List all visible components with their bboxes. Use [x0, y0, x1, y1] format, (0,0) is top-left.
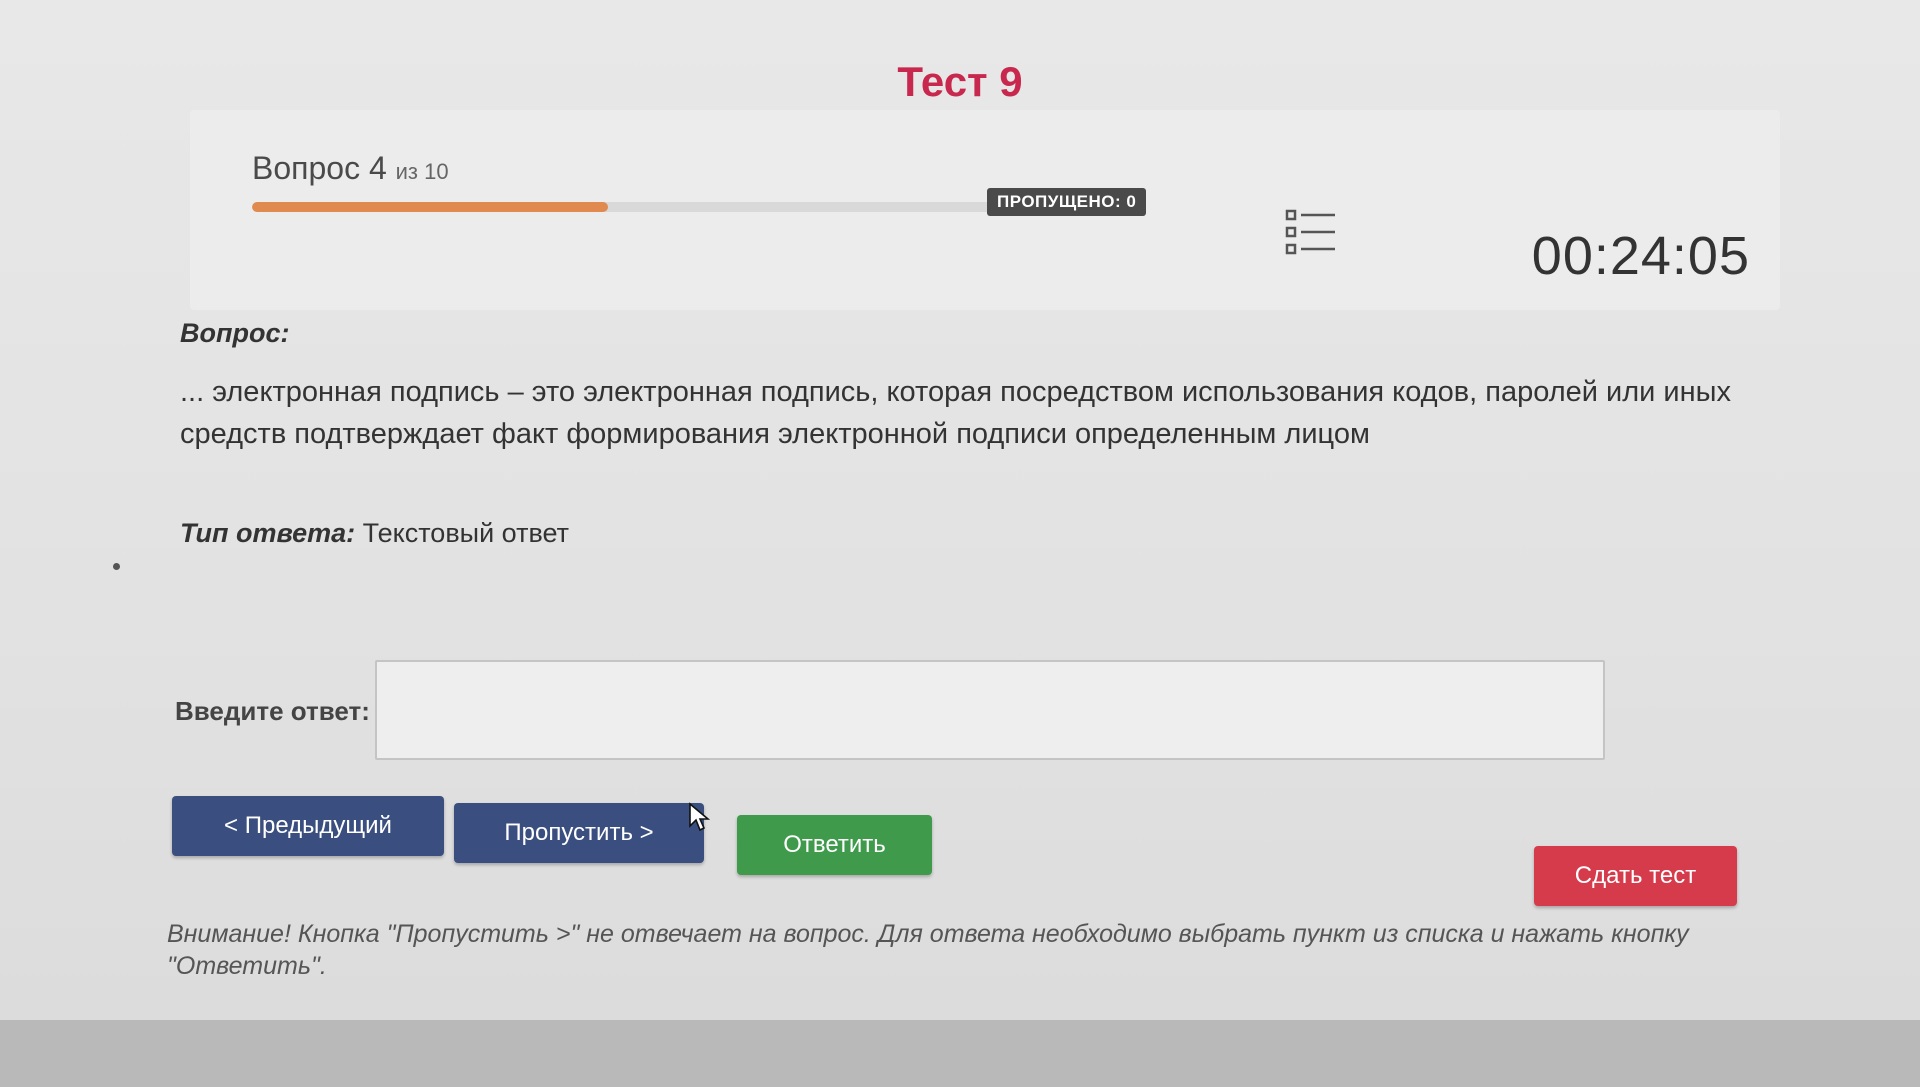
finish-test-button[interactable]: Сдать тест: [1534, 846, 1737, 906]
page-background: Тест 9 Вопрос 4 из 10 ПРОПУЩЕНО: 0 00:24…: [0, 0, 1920, 1020]
mouse-cursor-icon: [689, 802, 710, 832]
skip-question-button[interactable]: Пропустить >: [454, 803, 704, 863]
question-header-panel: Вопрос 4 из 10 ПРОПУЩЕНО: 0 00:24:05: [190, 110, 1780, 310]
submit-answer-button[interactable]: Ответить: [737, 815, 932, 875]
screen-bottom-bezel: [0, 1020, 1920, 1087]
warning-note: Внимание! Кнопка "Пропустить >" не отвеч…: [167, 920, 1689, 980]
countdown-timer: 00:24:05: [1531, 226, 1750, 286]
question-counter: Вопрос 4 из 10: [252, 150, 449, 187]
answer-type-label: Тип ответа:: [180, 518, 356, 548]
question-total: из 10: [395, 159, 449, 184]
answer-type: Тип ответа: Текстовый ответ: [180, 518, 569, 549]
question-number: Вопрос 4: [252, 150, 387, 186]
question-block: Вопрос: ... электронная подпись – это эл…: [180, 318, 1740, 455]
test-title: Тест 9: [897, 58, 1023, 105]
answer-type-value: Текстовый ответ: [362, 518, 569, 548]
progress-bar-fill: [252, 202, 608, 212]
answer-field-label: Введите ответ:: [175, 696, 370, 726]
question-list-icon[interactable]: [1285, 208, 1337, 256]
question-label: Вопрос:: [180, 318, 290, 348]
decorative-dot: [113, 563, 120, 570]
question-text: ... электронная подпись – это электронна…: [180, 376, 1731, 450]
skipped-count-badge: ПРОПУЩЕНО: 0: [987, 188, 1147, 216]
answer-input[interactable]: [375, 660, 1605, 760]
previous-question-button[interactable]: < Предыдущий: [172, 796, 444, 856]
